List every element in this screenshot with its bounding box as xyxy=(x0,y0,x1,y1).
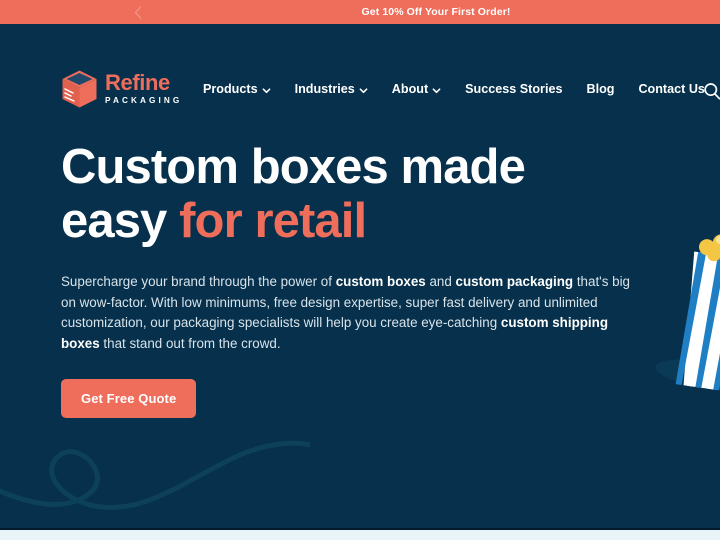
hero-para-part2: and xyxy=(425,274,456,289)
hero-para-bold1: custom boxes xyxy=(335,274,426,289)
announcement-bar: Get 10% Off Your First Order! xyxy=(0,0,720,24)
hero-para-part1: Supercharge your brand through the power… xyxy=(61,274,336,289)
get-free-quote-button[interactable]: Get Free Quote xyxy=(61,379,197,418)
hero-heading-line2-plain: easy xyxy=(61,194,180,248)
carousel-prev-button[interactable] xyxy=(128,0,148,24)
hero-para-bold2: custom packaging xyxy=(455,274,574,289)
announcement-text[interactable]: Get 10% Off Your First Order! xyxy=(362,6,511,18)
page-root: Get 10% Off Your First Order! Refine PAC… xyxy=(0,0,720,540)
hero-heading-line1: Custom boxes made xyxy=(61,140,526,194)
decorative-swirl xyxy=(0,440,310,510)
hero-paragraph: Supercharge your brand through the power… xyxy=(61,272,635,354)
hero-content: Custom boxes made easy for retail Superc… xyxy=(61,140,661,418)
hero-section: Custom boxes made easy for retail Superc… xyxy=(0,90,720,529)
hero-para-part4: that stand out from the crowd. xyxy=(99,335,281,351)
hero-heading: Custom boxes made easy for retail xyxy=(61,140,661,248)
next-section-strip xyxy=(0,530,720,540)
site-header: Refine PACKAGING Products Industries Abo… xyxy=(0,24,720,108)
chevron-left-icon xyxy=(134,5,142,19)
hero-heading-line2-accent: for retail xyxy=(179,194,367,248)
